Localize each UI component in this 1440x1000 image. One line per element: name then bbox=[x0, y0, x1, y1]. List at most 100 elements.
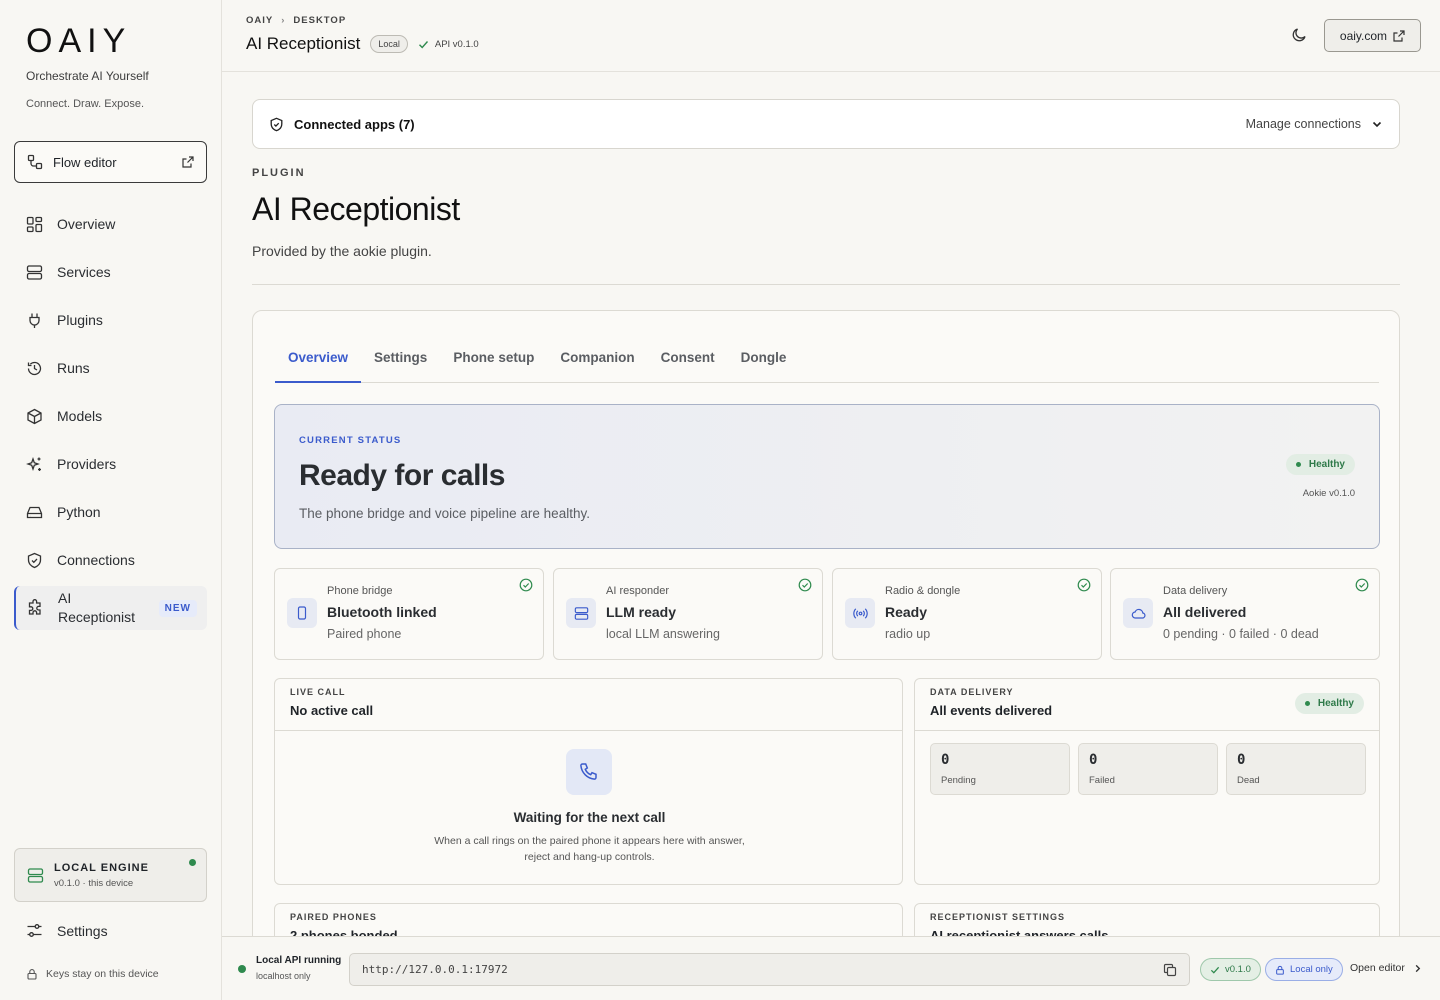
counter-label: Dead bbox=[1237, 775, 1260, 786]
check-circle-icon bbox=[1355, 578, 1369, 592]
engine-detail: v0.1.0 · this device bbox=[54, 877, 134, 889]
theme-toggle-moon-icon[interactable] bbox=[1291, 26, 1308, 43]
status-eyebrow: CURRENT STATUS bbox=[299, 435, 402, 446]
plug-icon bbox=[26, 312, 43, 329]
plugin-title: AI Receptionist bbox=[252, 191, 460, 227]
sidebar-item-plugins[interactable]: Plugins bbox=[14, 296, 207, 344]
paired-eyebrow: PAIRED PHONES bbox=[290, 912, 377, 922]
site-link-label: oaiy.com bbox=[1339, 28, 1388, 43]
bottom-status-bar: Local API running localhost only http://… bbox=[222, 936, 1440, 1000]
breadcrumb-item[interactable]: OAIY bbox=[246, 15, 273, 26]
api-scope-label: localhost only bbox=[256, 971, 311, 981]
plugin-panel: Overview Settings Phone setup Companion … bbox=[252, 310, 1400, 936]
sidebar-item-label: Providers bbox=[57, 456, 117, 472]
connected-apps-bar[interactable]: Connected apps (7) Manage connections bbox=[252, 99, 1400, 149]
chevron-right-icon bbox=[1413, 964, 1422, 973]
tab-overview[interactable]: Overview bbox=[275, 333, 362, 383]
engine-status-dot bbox=[189, 859, 196, 866]
keys-note: Keys stay on this device bbox=[26, 968, 159, 980]
metric-caption: Phone bridge bbox=[327, 585, 393, 597]
api-url-field[interactable]: http://127.0.0.1:17972 bbox=[349, 953, 1190, 986]
sidebar: OAIY Orchestrate AI Yourself Connect. Dr… bbox=[0, 0, 222, 1000]
sliders-icon bbox=[26, 922, 43, 939]
tab-dongle[interactable]: Dongle bbox=[728, 333, 800, 381]
sidebar-item-label: AI Receptionist bbox=[58, 590, 136, 625]
puzzle-icon bbox=[26, 599, 44, 617]
sidebar-item-label: Models bbox=[57, 408, 103, 424]
status-badge-label: Healthy bbox=[1317, 698, 1354, 709]
metric-value: LLM ready bbox=[606, 604, 677, 620]
tab-consent[interactable]: Consent bbox=[648, 333, 728, 381]
flow-icon bbox=[27, 154, 43, 170]
main-content: Connected apps (7) Manage connections PL… bbox=[222, 73, 1440, 936]
rsettings-header: RECEPTIONIST SETTINGS AI receptionist an… bbox=[915, 904, 1379, 936]
status-dot bbox=[1304, 701, 1310, 706]
brand-tagline: Connect. Draw. Expose. bbox=[26, 98, 145, 110]
server-icon bbox=[27, 867, 44, 884]
sidebar-item-providers[interactable]: Providers bbox=[14, 440, 207, 488]
check-icon bbox=[1210, 965, 1220, 975]
keys-note-label: Keys stay on this device bbox=[46, 968, 159, 980]
manage-connections-button[interactable]: Manage connections bbox=[1246, 117, 1383, 131]
metric-value: Bluetooth linked bbox=[327, 604, 437, 620]
site-link-button[interactable]: oaiy.com bbox=[1324, 19, 1421, 52]
live-call-card: LIVE CALL No active call Waiting for the… bbox=[274, 678, 903, 885]
external-link-icon bbox=[1393, 29, 1405, 42]
tab-phone-setup[interactable]: Phone setup bbox=[440, 333, 547, 381]
phone-device-icon bbox=[287, 598, 317, 628]
open-editor-label: Open editor bbox=[1350, 962, 1405, 974]
sidebar-item-ai-receptionist[interactable]: AI Receptionist NEW bbox=[14, 586, 207, 630]
waiting-title: Waiting for the next call bbox=[513, 810, 666, 825]
sidebar-item-settings[interactable]: Settings bbox=[26, 922, 108, 939]
shield-icon bbox=[26, 552, 43, 569]
lock-icon bbox=[1275, 965, 1285, 975]
sidebar-item-python[interactable]: Python bbox=[14, 488, 207, 536]
tab-settings[interactable]: Settings bbox=[361, 333, 440, 381]
version-badge: v0.1.0 bbox=[1200, 958, 1261, 981]
receptionist-settings-card: RECEPTIONIST SETTINGS AI receptionist an… bbox=[914, 903, 1380, 936]
metric-ai-responder: AI responder LLM ready local LLM answeri… bbox=[553, 568, 823, 660]
counter-pending: 0 Pending bbox=[930, 743, 1070, 795]
local-only-label: Local only bbox=[1290, 964, 1333, 975]
local-engine-card[interactable]: LOCAL ENGINE v0.1.0 · this device bbox=[14, 848, 207, 902]
paired-header: PAIRED PHONES 2 phones bonded bbox=[275, 904, 902, 936]
live-call-header: LIVE CALL No active call bbox=[275, 679, 902, 731]
grid-icon bbox=[26, 216, 43, 233]
copy-icon[interactable] bbox=[1163, 963, 1177, 977]
lock-icon bbox=[26, 968, 38, 980]
server-icon bbox=[26, 264, 43, 281]
metric-sub: 0 pending · 0 failed · 0 dead bbox=[1163, 627, 1319, 641]
sidebar-item-runs[interactable]: Runs bbox=[14, 344, 207, 392]
paired-title: 2 phones bonded bbox=[290, 928, 398, 936]
new-badge: NEW bbox=[158, 599, 197, 617]
sidebar-item-overview[interactable]: Overview bbox=[14, 200, 207, 248]
status-dot bbox=[238, 965, 246, 973]
tab-companion[interactable]: Companion bbox=[547, 333, 647, 381]
open-editor-link[interactable]: Open editor bbox=[1350, 962, 1422, 974]
metric-sub: Paired phone bbox=[327, 627, 402, 641]
status-badge: Healthy bbox=[1285, 454, 1355, 475]
plugin-description: Provided by the aokie plugin. bbox=[252, 243, 432, 259]
breadcrumb-item[interactable]: DESKTOP bbox=[293, 15, 346, 26]
connected-apps-label: Connected apps (7) bbox=[294, 116, 415, 132]
sidebar-item-models[interactable]: Models bbox=[14, 392, 207, 440]
settings-label: Settings bbox=[57, 922, 108, 939]
status-description: The phone bridge and voice pipeline are … bbox=[299, 506, 590, 521]
data-delivery-card: DATA DELIVERY All events delivered Healt… bbox=[914, 678, 1380, 885]
cube-icon bbox=[26, 408, 43, 425]
sidebar-item-services[interactable]: Services bbox=[14, 248, 207, 296]
brand-subtitle: Orchestrate AI Yourself bbox=[26, 69, 149, 83]
sidebar-item-label: Runs bbox=[57, 360, 90, 376]
env-badge: Local bbox=[370, 35, 408, 53]
counter-failed: 0 Failed bbox=[1078, 743, 1218, 795]
metric-data-delivery: Data delivery All delivered 0 pending · … bbox=[1110, 568, 1380, 660]
counter-value: 0 bbox=[1089, 752, 1098, 768]
api-url-text: http://127.0.0.1:17972 bbox=[362, 963, 508, 976]
delivery-header: DATA DELIVERY All events delivered Healt… bbox=[915, 679, 1379, 731]
counter-dead: 0 Dead bbox=[1226, 743, 1366, 795]
metric-radio-dongle: Radio & dongle Ready radio up bbox=[832, 568, 1102, 660]
flow-editor-button[interactable]: Flow editor bbox=[14, 141, 207, 183]
plugin-eyebrow: PLUGIN bbox=[252, 167, 306, 179]
sidebar-item-connections[interactable]: Connections bbox=[14, 536, 207, 584]
cloud-icon bbox=[1123, 598, 1153, 628]
